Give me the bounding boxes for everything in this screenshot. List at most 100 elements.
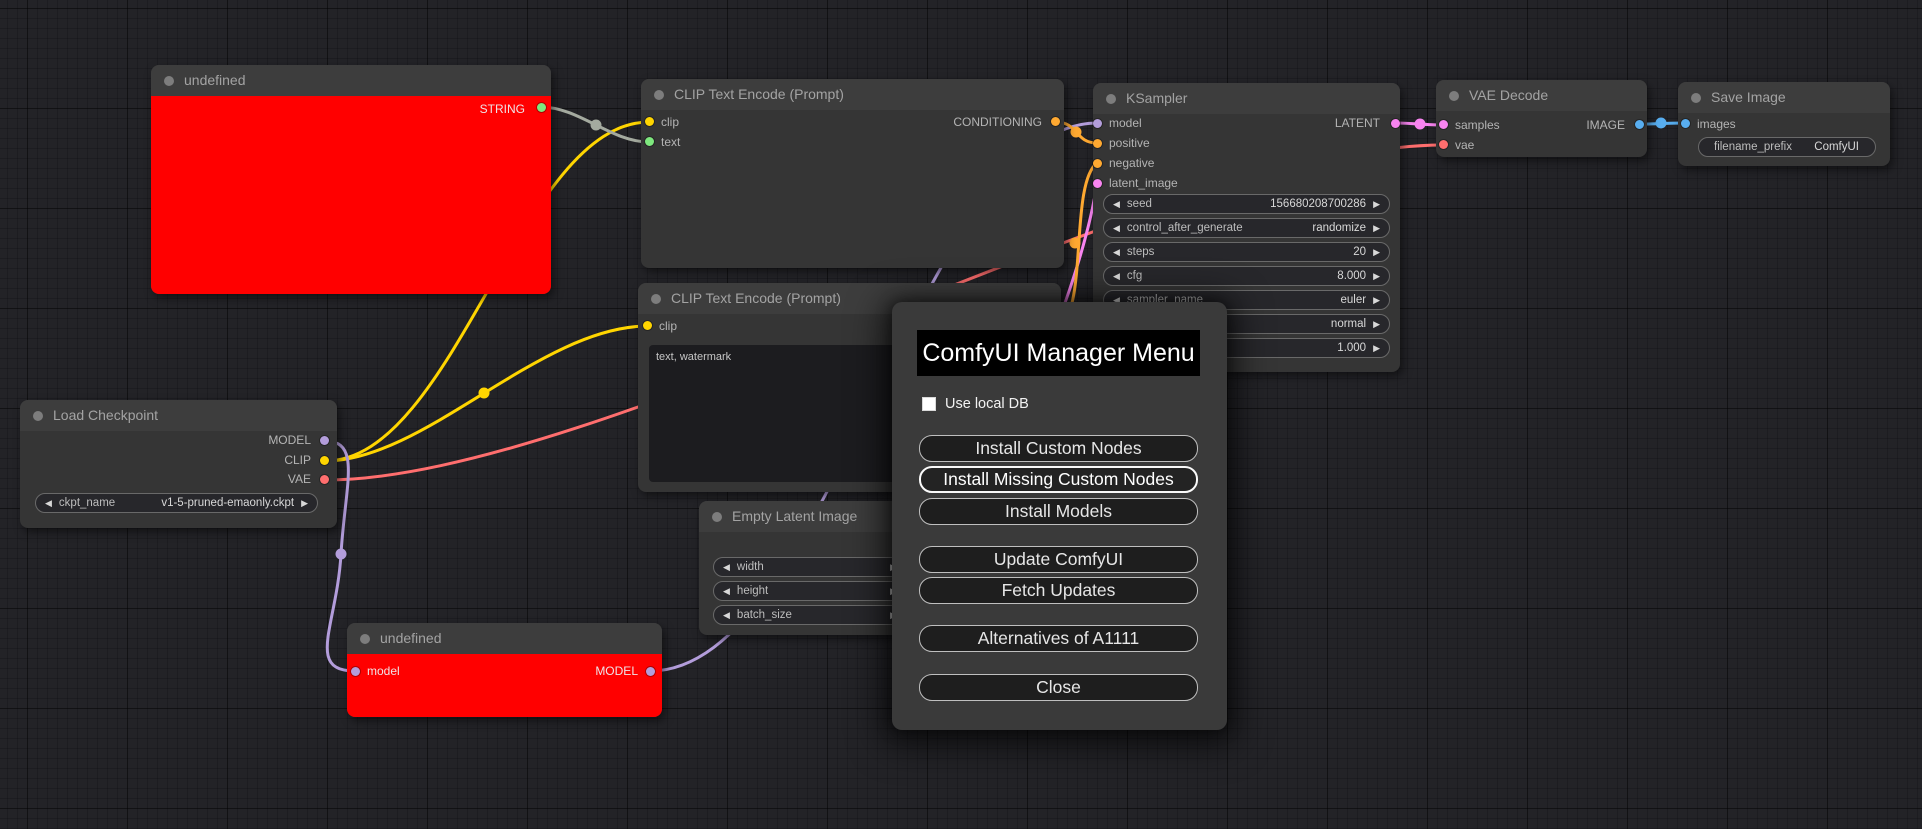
- control-after-generate-widget[interactable]: ◀ control_after_generate randomize ▶: [1103, 218, 1390, 238]
- error-node-body: [151, 96, 551, 294]
- collapse-dot-icon[interactable]: [654, 90, 664, 100]
- images-input-port[interactable]: [1681, 119, 1690, 128]
- model-output-port[interactable]: [646, 667, 655, 676]
- decrement-arrow-icon[interactable]: ◀: [45, 498, 52, 508]
- node-load-checkpoint[interactable]: Load Checkpoint MODEL CLIP VAE ◀ ckpt_na…: [20, 400, 337, 528]
- decrement-arrow-icon[interactable]: ◀: [1113, 247, 1120, 257]
- node-title-bar: VAE Decode: [1436, 80, 1647, 111]
- collapse-dot-icon[interactable]: [1691, 93, 1701, 103]
- increment-arrow-icon[interactable]: ▶: [1373, 247, 1380, 257]
- reroute-dot[interactable]: [1414, 118, 1426, 130]
- output-label: STRING: [479, 102, 525, 116]
- node-clip-text-encode-1[interactable]: CLIP Text Encode (Prompt) clip text COND…: [641, 79, 1064, 268]
- node-undefined-bottom[interactable]: undefined model MODEL: [347, 623, 662, 717]
- node-title-bar: Empty Latent Image: [699, 501, 921, 532]
- vae-input-port[interactable]: [1439, 140, 1448, 149]
- node-vae-decode[interactable]: VAE Decode samples vae IMAGE: [1436, 80, 1647, 157]
- image-output-port[interactable]: [1635, 120, 1644, 129]
- node-empty-latent-image[interactable]: Empty Latent Image ◀ width ▶ ◀ height ▶ …: [699, 501, 921, 635]
- reroute-dot[interactable]: [1069, 237, 1081, 249]
- input-label: text: [661, 135, 681, 149]
- cfg-widget[interactable]: ◀ cfg 8.000 ▶: [1103, 266, 1390, 286]
- reroute-dot[interactable]: [335, 548, 347, 560]
- positive-input-port[interactable]: [1093, 139, 1102, 148]
- collapse-dot-icon[interactable]: [712, 512, 722, 522]
- steps-widget[interactable]: ◀ steps 20 ▶: [1103, 242, 1390, 262]
- clip-input-port[interactable]: [643, 321, 652, 330]
- decrement-arrow-icon[interactable]: ◀: [1113, 223, 1120, 233]
- increment-arrow-icon[interactable]: ▶: [1373, 319, 1380, 329]
- conditioning-output-port[interactable]: [1051, 117, 1060, 126]
- increment-arrow-icon[interactable]: ▶: [301, 498, 308, 508]
- collapse-dot-icon[interactable]: [360, 634, 370, 644]
- model-input-port[interactable]: [1093, 119, 1102, 128]
- samples-input-port[interactable]: [1439, 120, 1448, 129]
- reroute-dot[interactable]: [1655, 117, 1667, 129]
- node-canvas[interactable]: undefined STRING CLIP Text Encode (Promp…: [0, 0, 1922, 829]
- input-label: model: [1109, 116, 1142, 130]
- comfyui-manager-dialog: ComfyUI Manager Menu Use local DB Instal…: [892, 302, 1227, 730]
- collapse-dot-icon[interactable]: [33, 411, 43, 421]
- install-custom-nodes-button[interactable]: Install Custom Nodes: [919, 435, 1198, 462]
- node-save-image[interactable]: Save Image images filename_prefix ComfyU…: [1678, 82, 1890, 166]
- increment-arrow-icon[interactable]: ▶: [1373, 295, 1380, 305]
- input-label: latent_image: [1109, 176, 1178, 190]
- fetch-updates-button[interactable]: Fetch Updates: [919, 577, 1198, 604]
- height-widget[interactable]: ◀ height ▶: [713, 581, 907, 601]
- update-comfyui-button[interactable]: Update ComfyUI: [919, 546, 1198, 573]
- decrement-arrow-icon[interactable]: ◀: [723, 586, 730, 596]
- latent-image-input-port[interactable]: [1093, 179, 1102, 188]
- node-title-bar: undefined: [347, 623, 662, 654]
- checkbox-label: Use local DB: [945, 396, 1029, 412]
- dialog-title: ComfyUI Manager Menu: [917, 330, 1200, 376]
- increment-arrow-icon[interactable]: ▶: [1373, 223, 1380, 233]
- output-label: MODEL: [595, 664, 638, 678]
- text-input-port[interactable]: [645, 137, 654, 146]
- latent-output-port[interactable]: [1391, 119, 1400, 128]
- output-label: IMAGE: [1586, 118, 1625, 132]
- vae-output-port[interactable]: [320, 475, 329, 484]
- decrement-arrow-icon[interactable]: ◀: [723, 610, 730, 620]
- batch-size-widget[interactable]: ◀ batch_size ▶: [713, 605, 907, 625]
- reroute-dot[interactable]: [590, 119, 602, 131]
- input-label: clip: [659, 319, 678, 333]
- input-label: samples: [1455, 118, 1500, 132]
- clip-output-port[interactable]: [320, 456, 329, 465]
- collapse-dot-icon[interactable]: [651, 294, 661, 304]
- string-output-port[interactable]: [537, 103, 546, 112]
- clip-link-wire-2: [324, 324, 649, 463]
- decrement-arrow-icon[interactable]: ◀: [1113, 199, 1120, 209]
- increment-arrow-icon[interactable]: ▶: [1373, 343, 1380, 353]
- ckpt-name-widget[interactable]: ◀ ckpt_name v1-5-pruned-emaonly.ckpt ▶: [35, 493, 318, 513]
- collapse-dot-icon[interactable]: [164, 76, 174, 86]
- input-label: model: [367, 664, 400, 678]
- decrement-arrow-icon[interactable]: ◀: [1113, 271, 1120, 281]
- collapse-dot-icon[interactable]: [1106, 94, 1116, 104]
- model-input-port[interactable]: [351, 667, 360, 676]
- input-label: negative: [1109, 156, 1155, 170]
- alternatives-of-a1111-button[interactable]: Alternatives of A1111: [919, 625, 1198, 652]
- node-title-bar: Load Checkpoint: [20, 400, 337, 431]
- clip-input-port[interactable]: [645, 117, 654, 126]
- output-label: CONDITIONING: [953, 115, 1042, 129]
- close-button[interactable]: Close: [919, 674, 1198, 701]
- node-title-bar: KSampler: [1093, 83, 1400, 114]
- increment-arrow-icon[interactable]: ▶: [1373, 271, 1380, 281]
- install-models-button[interactable]: Install Models: [919, 498, 1198, 525]
- use-local-db-checkbox[interactable]: [922, 397, 936, 411]
- collapse-dot-icon[interactable]: [1449, 91, 1459, 101]
- reroute-dot[interactable]: [1070, 126, 1082, 138]
- install-missing-custom-nodes-button[interactable]: Install Missing Custom Nodes: [919, 466, 1198, 493]
- width-widget[interactable]: ◀ width ▶: [713, 557, 907, 577]
- input-label: vae: [1455, 138, 1475, 152]
- negative-input-port[interactable]: [1093, 159, 1102, 168]
- increment-arrow-icon[interactable]: ▶: [1373, 199, 1380, 209]
- reroute-dot[interactable]: [478, 387, 490, 399]
- filename-prefix-widget[interactable]: filename_prefix ComfyUI: [1698, 137, 1876, 157]
- decrement-arrow-icon[interactable]: ◀: [723, 562, 730, 572]
- input-label: positive: [1109, 136, 1150, 150]
- seed-widget[interactable]: ◀ seed 156680208700286 ▶: [1103, 194, 1390, 214]
- input-label: images: [1697, 117, 1736, 131]
- model-output-port[interactable]: [320, 436, 329, 445]
- node-undefined-top[interactable]: undefined STRING: [151, 65, 551, 294]
